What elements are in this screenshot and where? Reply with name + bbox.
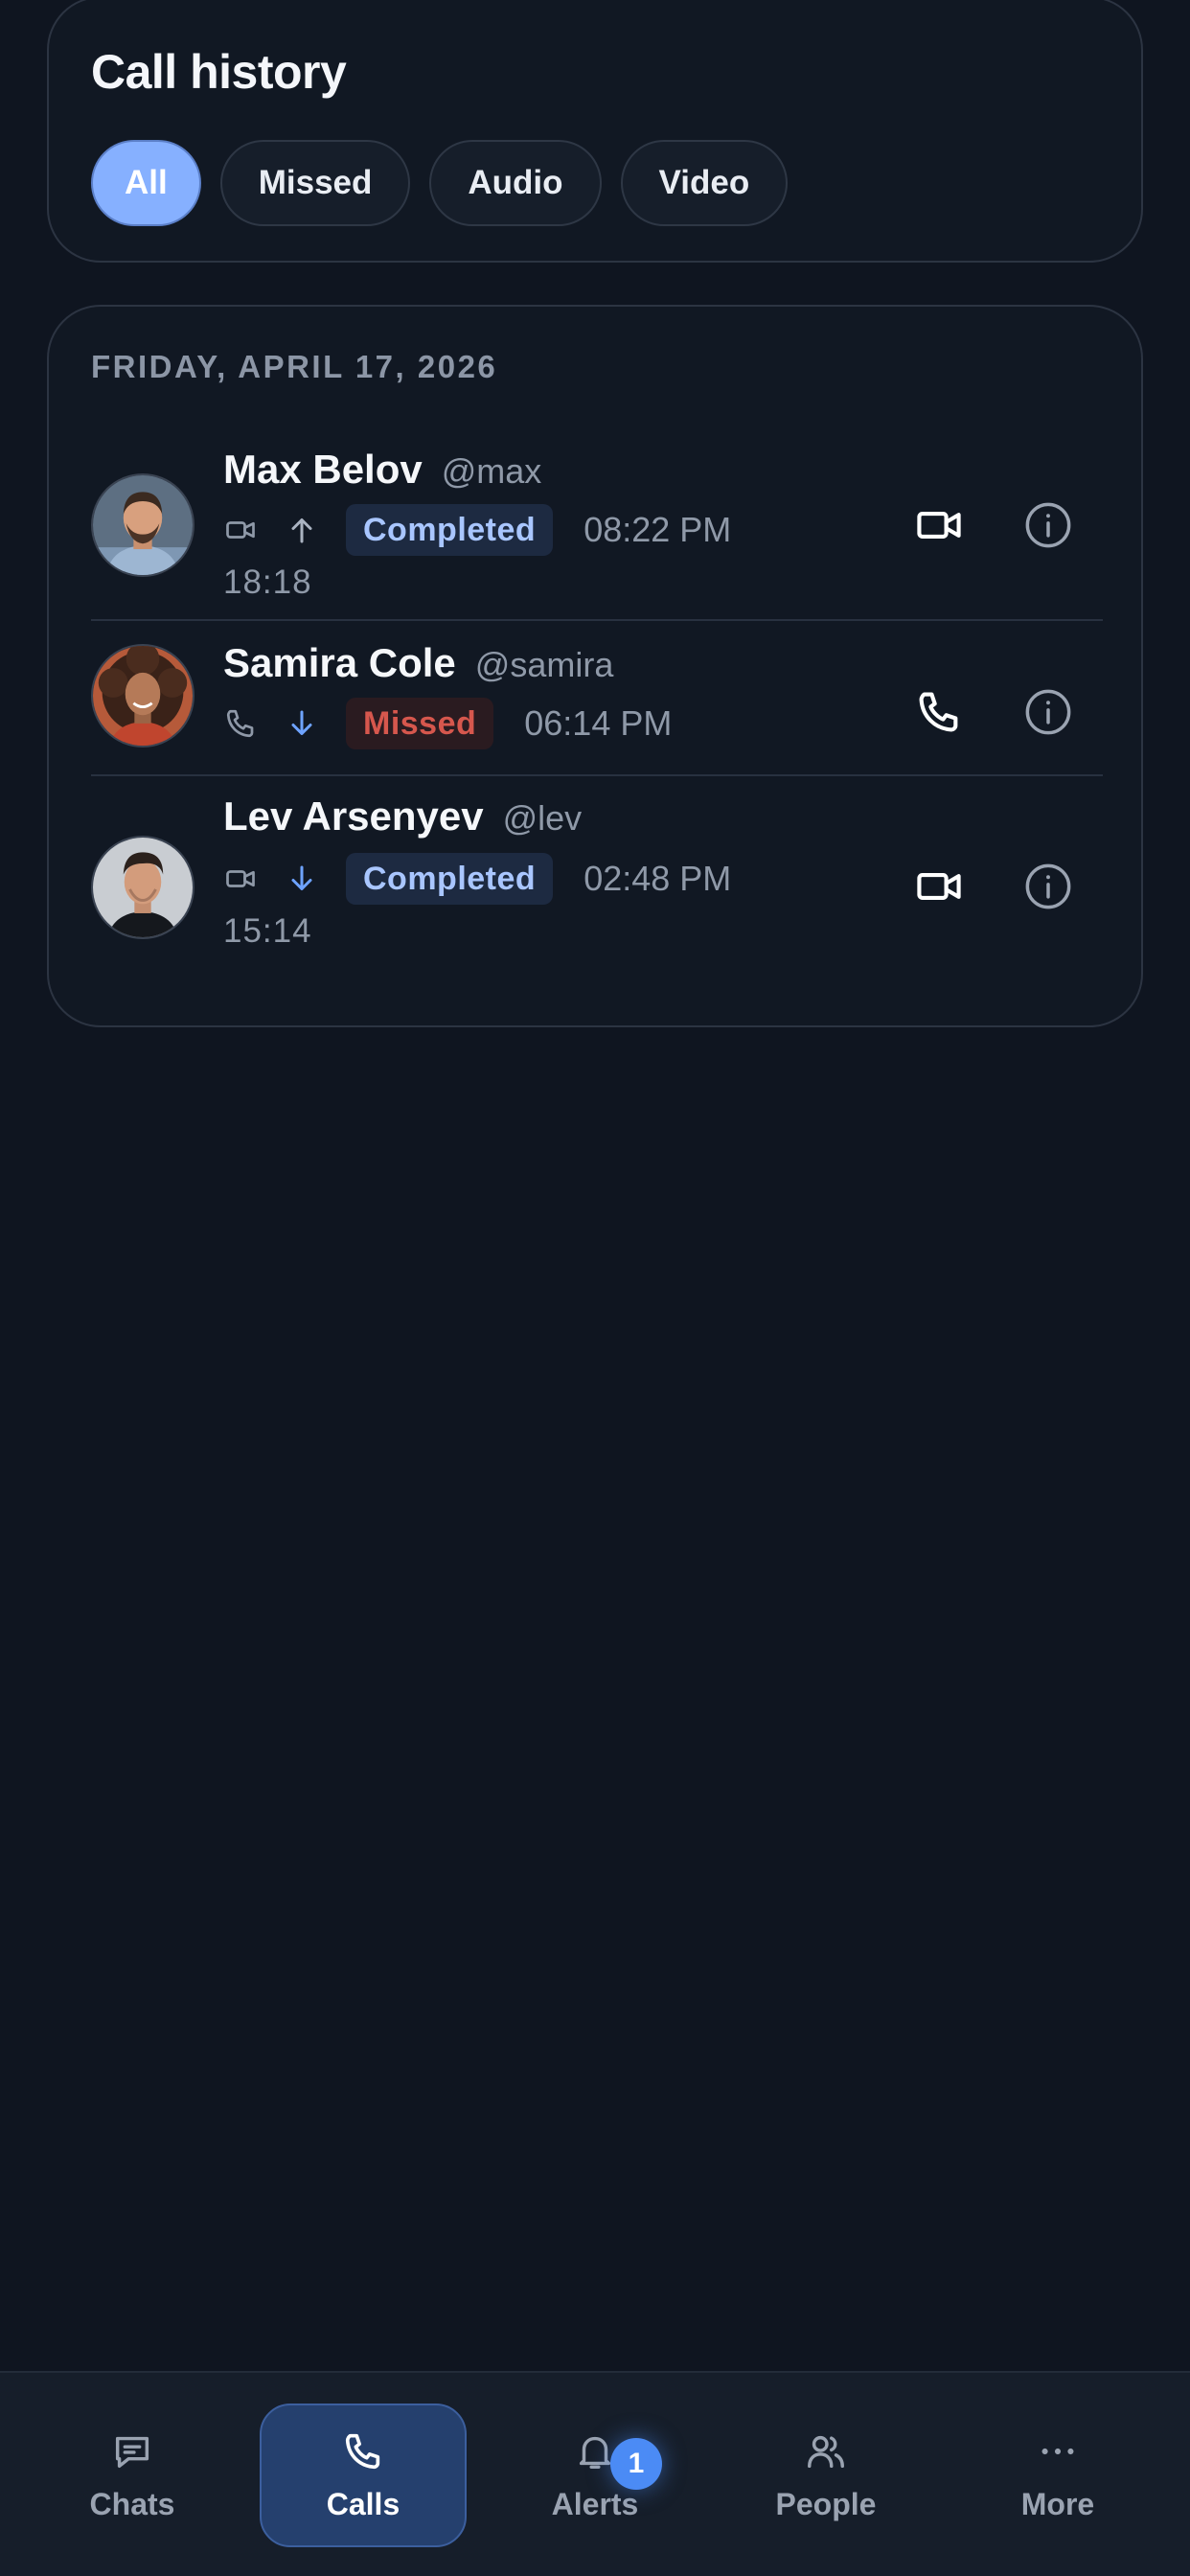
audio-call-button[interactable] — [905, 678, 973, 746]
date-group-label: FRIDAY, APRIL 17, 2026 — [91, 349, 498, 384]
call-row[interactable]: Max Belov @max Completed 08:22 PM 18:18 — [91, 424, 1103, 601]
nav-item-chats[interactable]: Chats — [29, 2404, 236, 2547]
page-title: Call history — [91, 45, 347, 99]
call-info-button[interactable] — [1015, 853, 1082, 920]
chat-bubble-icon — [115, 2436, 149, 2468]
contact-line: Max Belov @max — [223, 447, 541, 493]
arrow-down-icon — [285, 862, 319, 896]
call-time: 08:22 PM — [584, 510, 732, 549]
contact-name: Lev Arsenyev — [223, 794, 484, 839]
info-icon — [1025, 502, 1071, 548]
video-call-button[interactable] — [905, 492, 973, 559]
video-call-button[interactable] — [905, 853, 973, 920]
phone-icon — [223, 706, 258, 741]
avatar-image — [93, 475, 193, 575]
header-card: Call history All Missed Audio Video — [47, 0, 1143, 263]
video-camera-icon — [223, 862, 258, 896]
contact-line: Samira Cole @samira — [223, 640, 613, 686]
avatar-image — [93, 838, 193, 937]
call-time: 06:14 PM — [524, 703, 673, 743]
call-meta: Completed 08:22 PM — [223, 504, 731, 556]
arrow-up-icon — [285, 513, 319, 547]
row-divider — [91, 619, 1103, 621]
filter-video-chip[interactable]: Video — [620, 140, 789, 226]
contact-handle: @lev — [502, 798, 583, 838]
phone-icon — [919, 692, 958, 732]
more-dots-icon — [1041, 2448, 1074, 2454]
status-badge: Completed — [346, 504, 554, 556]
status-badge: Missed — [346, 698, 494, 749]
avatar[interactable] — [91, 473, 195, 577]
nav-item-people[interactable]: People — [722, 2404, 929, 2547]
filter-all-chip[interactable]: All — [91, 140, 201, 226]
nav-label: Alerts — [551, 2486, 639, 2521]
call-info-button[interactable] — [1015, 492, 1082, 559]
nav-item-more[interactable]: More — [954, 2404, 1161, 2547]
nav-label: More — [1020, 2486, 1095, 2521]
row-divider — [91, 774, 1103, 776]
arrow-down-icon — [285, 706, 319, 741]
call-info-button[interactable] — [1015, 678, 1082, 746]
call-meta: Missed 06:14 PM — [223, 698, 672, 749]
status-badge: Completed — [346, 853, 554, 905]
phone-icon — [345, 2433, 380, 2469]
video-camera-icon — [223, 513, 258, 547]
nav-item-calls[interactable]: Calls — [260, 2404, 467, 2547]
info-icon — [1025, 689, 1071, 735]
calls-card: FRIDAY, APRIL 17, 2026 Max Belov @max Co… — [47, 305, 1143, 1027]
contact-name: Samira Cole — [223, 640, 456, 685]
contact-line: Lev Arsenyev @lev — [223, 794, 582, 840]
call-row[interactable]: Lev Arsenyev @lev Completed 02:48 PM 15:… — [91, 778, 1103, 970]
filter-missed-chip[interactable]: Missed — [219, 140, 411, 226]
avatar-image — [93, 646, 193, 746]
call-meta: Completed 02:48 PM — [223, 853, 731, 905]
nav-label: People — [775, 2486, 877, 2521]
filter-chips: All Missed Audio Video — [91, 140, 789, 226]
video-camera-icon — [917, 512, 961, 539]
filter-audio-chip[interactable]: Audio — [429, 140, 602, 226]
nav-item-alerts[interactable]: Alerts 1 — [492, 2404, 698, 2547]
call-time: 02:48 PM — [584, 859, 732, 898]
alerts-count-badge: 1 — [610, 2438, 662, 2490]
nav-label: Chats — [89, 2486, 175, 2521]
call-row[interactable]: Samira Cole @samira Missed 06:14 PM — [91, 623, 1103, 774]
call-history-screen: Call history All Missed Audio Video FRID… — [0, 0, 1190, 2576]
avatar[interactable] — [91, 644, 195, 748]
nav-label: Calls — [326, 2486, 400, 2521]
contact-handle: @max — [441, 451, 542, 491]
people-icon — [808, 2435, 844, 2468]
call-duration: 18:18 — [223, 564, 312, 601]
bottom-nav: Chats Calls Alerts 1 People More — [0, 2371, 1190, 2576]
video-camera-icon — [917, 873, 961, 900]
call-duration: 15:14 — [223, 912, 312, 950]
avatar[interactable] — [91, 836, 195, 939]
contact-handle: @samira — [474, 645, 614, 684]
info-icon — [1025, 863, 1071, 909]
contact-name: Max Belov — [223, 447, 423, 492]
